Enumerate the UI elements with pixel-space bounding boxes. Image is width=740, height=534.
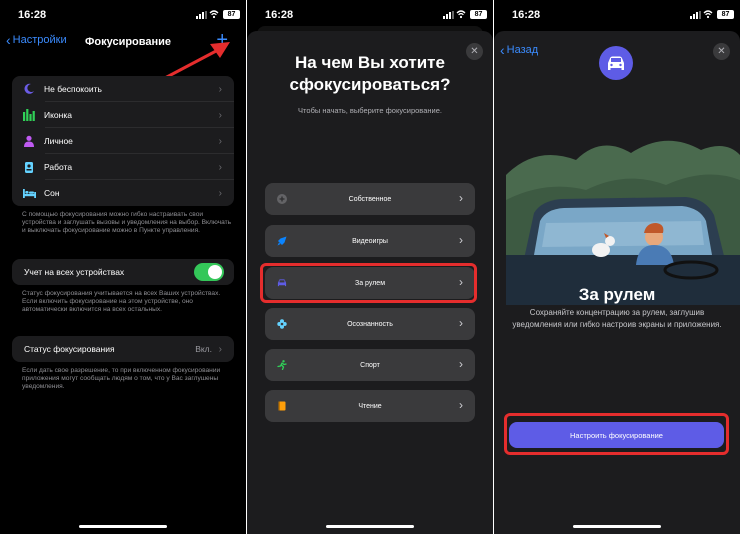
- focus-mode-row[interactable]: Сон ›: [12, 180, 234, 206]
- status-bar: 16:28 87: [247, 0, 493, 28]
- focus-title: За рулем: [578, 285, 656, 304]
- book-icon: [277, 401, 287, 411]
- focus-status-group: Статус фокусирования Вкл. ›: [12, 336, 234, 362]
- home-indicator: [79, 525, 167, 528]
- chevron-right-icon: ›: [218, 343, 222, 355]
- wifi-icon: [456, 10, 466, 19]
- chevron-right-icon: ›: [459, 233, 463, 247]
- chevron-right-icon: ›: [218, 135, 222, 147]
- signal-icon: [690, 11, 702, 19]
- choose-focus-screen: 16:28 87 ✕ На чем Вы хотите сфокусироват…: [247, 0, 493, 534]
- plus-circle-icon: [277, 194, 287, 204]
- person-icon: [22, 134, 36, 148]
- flower-icon: [277, 319, 287, 329]
- chevron-right-icon: ›: [218, 83, 222, 95]
- home-indicator: [326, 525, 414, 528]
- status-bar: 16:28 87: [494, 0, 740, 28]
- chevron-left-icon: ‹: [500, 41, 505, 58]
- back-button[interactable]: ‹ Настройки: [6, 31, 67, 48]
- badge-icon: [22, 160, 36, 174]
- chevron-left-icon: ‹: [6, 31, 11, 48]
- focus-mode-label: Не беспокоить: [44, 84, 102, 94]
- signal-icon: [443, 11, 455, 19]
- back-button[interactable]: ‹ Назад: [500, 41, 539, 58]
- option-label: Чтение: [358, 402, 382, 410]
- focus-mode-label: Иконка: [44, 110, 72, 120]
- signal-icon: [196, 11, 208, 19]
- back-label: Настройки: [12, 34, 67, 46]
- sheet-subtitle: Чтобы начать, выберите фокусирование.: [298, 106, 442, 115]
- battery-icon: 87: [223, 10, 240, 19]
- status-time: 16:28: [512, 9, 541, 21]
- chevron-right-icon: ›: [218, 187, 222, 199]
- chevron-right-icon: ›: [459, 191, 463, 205]
- chevron-right-icon: ›: [459, 316, 463, 330]
- status-bar: 16:28 87: [0, 0, 246, 28]
- settings-focus-screen: 16:28 87 ‹ Настройки Фокусирование + Не …: [0, 0, 246, 534]
- car-icon: [599, 46, 633, 80]
- focus-option-gaming[interactable]: Видеоигры ›: [265, 225, 475, 257]
- focus-mode-row[interactable]: Иконка ›: [12, 102, 234, 128]
- chevron-right-icon: ›: [218, 109, 222, 121]
- focus-status-row[interactable]: Статус фокусирования Вкл. ›: [12, 336, 234, 362]
- option-label: Осознанность: [347, 320, 393, 328]
- chevron-right-icon: ›: [459, 357, 463, 371]
- option-label: Видеоигры: [352, 237, 388, 245]
- focus-mode-row[interactable]: Не беспокоить ›: [12, 76, 234, 102]
- share-across-devices-row: Учет на всех устройствах: [12, 259, 234, 285]
- bars-icon: [22, 108, 36, 122]
- highlight-frame: [504, 413, 729, 455]
- focus-mode-label: Сон: [44, 188, 60, 198]
- focus-description: Сохраняйте концентрацию за рулем, заглуш…: [512, 308, 722, 329]
- back-label: Назад: [506, 44, 539, 56]
- chevron-right-icon: ›: [459, 398, 463, 412]
- focus-mode-label: Работа: [44, 162, 73, 172]
- driving-illustration: [506, 140, 740, 305]
- battery-icon: 87: [470, 10, 487, 19]
- bed-icon: [22, 186, 36, 200]
- focus-option-reading[interactable]: Чтение ›: [265, 390, 475, 422]
- chevron-right-icon: ›: [218, 161, 222, 173]
- status-time: 16:28: [18, 9, 47, 21]
- wifi-icon: [703, 10, 713, 19]
- rocket-icon: [277, 236, 287, 246]
- share-footer-text: Статус фокусирования учитывается на всех…: [22, 290, 221, 313]
- focus-mode-row[interactable]: Личное ›: [12, 128, 234, 154]
- moon-icon: [22, 82, 36, 96]
- status-footer-text: Если дать свое разрешение, то при включе…: [22, 367, 221, 390]
- highlight-frame: [260, 263, 477, 303]
- focus-mode-row[interactable]: Работа ›: [12, 154, 234, 180]
- wifi-icon: [209, 10, 219, 19]
- focus-option-fitness[interactable]: Спорт ›: [265, 349, 475, 381]
- battery-icon: 87: [717, 10, 734, 19]
- focus-mode-label: Личное: [44, 136, 73, 146]
- driving-focus-screen: 16:28 87 ‹ Назад ✕ За рулем Сохраняйте к…: [494, 0, 740, 534]
- focus-modes-list: Не беспокоить › Иконка › Личное › Работа…: [12, 76, 234, 206]
- share-across-devices-group: Учет на всех устройствах: [12, 259, 234, 285]
- focus-option-custom[interactable]: Собственное ›: [265, 183, 475, 215]
- close-button[interactable]: ✕: [713, 43, 730, 60]
- option-label: Собственное: [348, 195, 392, 203]
- share-toggle[interactable]: [194, 263, 224, 281]
- running-icon: [277, 360, 287, 370]
- home-indicator: [573, 525, 661, 528]
- sheet-title: На чем Вы хотите сфокусироваться?: [289, 53, 451, 94]
- status-time: 16:28: [265, 9, 294, 21]
- focus-status-value: Вкл.: [195, 344, 212, 354]
- option-label: Спорт: [360, 361, 380, 369]
- modes-footer-text: С помощью фокусирования можно гибко наст…: [22, 211, 232, 234]
- focus-option-mindfulness[interactable]: Осознанность ›: [265, 308, 475, 340]
